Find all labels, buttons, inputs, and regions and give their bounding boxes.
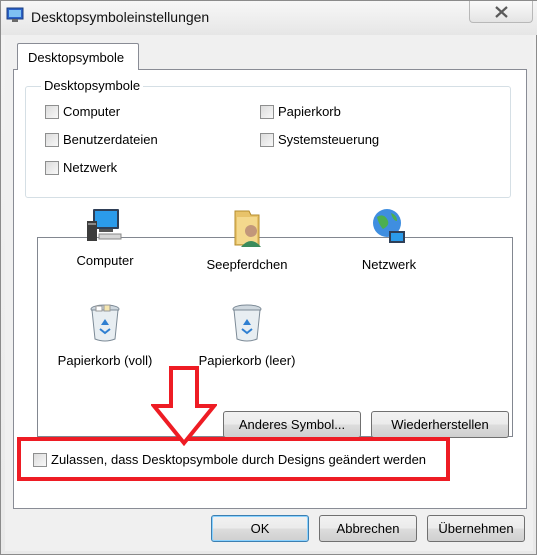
tab-desktopsymbole[interactable]: Desktopsymbole (17, 43, 139, 70)
network-icon (373, 209, 405, 243)
icon-item-seepferdchen[interactable]: Seepferdchen (187, 207, 307, 272)
checkbox-benutzerdateien[interactable]: Benutzerdateien (45, 132, 158, 147)
close-button[interactable] (469, 1, 533, 23)
recycle-bin-full-icon (90, 304, 120, 342)
arrow-down-icon (151, 366, 217, 446)
checkbox-netzwerk[interactable]: Netzwerk (45, 160, 117, 175)
checkbox-label: Benutzerdateien (63, 132, 158, 147)
checkbox-box[interactable] (45, 104, 59, 119)
computer-icon (87, 209, 122, 241)
checkbox-box[interactable] (260, 132, 274, 147)
icon-label: Netzwerk (361, 257, 417, 272)
icon-item-netzwerk[interactable]: Netzwerk (329, 207, 449, 272)
dialog-window: Desktopsymboleinstellungen Desktopsymbol… (0, 0, 537, 555)
icon-item-computer[interactable]: Computer (45, 207, 165, 268)
icon-label: Computer (76, 253, 134, 268)
title-bar[interactable]: Desktopsymboleinstellungen (1, 1, 537, 35)
checkbox-computer[interactable]: Computer (45, 104, 120, 119)
change-icon-button[interactable]: Anderes Symbol... (223, 411, 361, 438)
recycle-bin-empty-icon (232, 304, 262, 342)
user-folder-icon (234, 210, 261, 247)
dialog-client-area: Desktopsymbole Desktopsymbole Computer P… (5, 35, 533, 551)
restore-button[interactable]: Wiederherstellen (371, 411, 509, 438)
ok-button[interactable]: OK (211, 515, 309, 542)
checkbox-papierkorb[interactable]: Papierkorb (260, 104, 341, 119)
checkbox-box[interactable] (45, 132, 59, 147)
groupbox-label: Desktopsymbole (41, 78, 144, 93)
checkbox-box[interactable] (45, 160, 59, 175)
checkbox-label: Systemsteuerung (278, 132, 380, 147)
desktop-settings-icon (6, 7, 24, 23)
cancel-button[interactable]: Abbrechen (319, 515, 417, 542)
highlight-frame (17, 437, 450, 481)
icon-item-papierkorb-leer[interactable]: Papierkorb (leer) (187, 303, 307, 368)
apply-button[interactable]: Übernehmen (427, 515, 525, 542)
checkbox-box[interactable] (260, 104, 274, 119)
close-icon (495, 6, 508, 18)
checkbox-label: Netzwerk (63, 160, 118, 175)
icon-label: Seepferdchen (206, 257, 288, 272)
icon-item-papierkorb-voll[interactable]: Papierkorb (voll) (45, 303, 165, 368)
window-title: Desktopsymboleinstellungen (31, 9, 210, 25)
checkbox-systemsteuerung[interactable]: Systemsteuerung (260, 132, 379, 147)
icon-label: Papierkorb (voll) (57, 353, 153, 368)
checkbox-label: Papierkorb (278, 104, 341, 119)
checkbox-label: Computer (63, 104, 121, 119)
